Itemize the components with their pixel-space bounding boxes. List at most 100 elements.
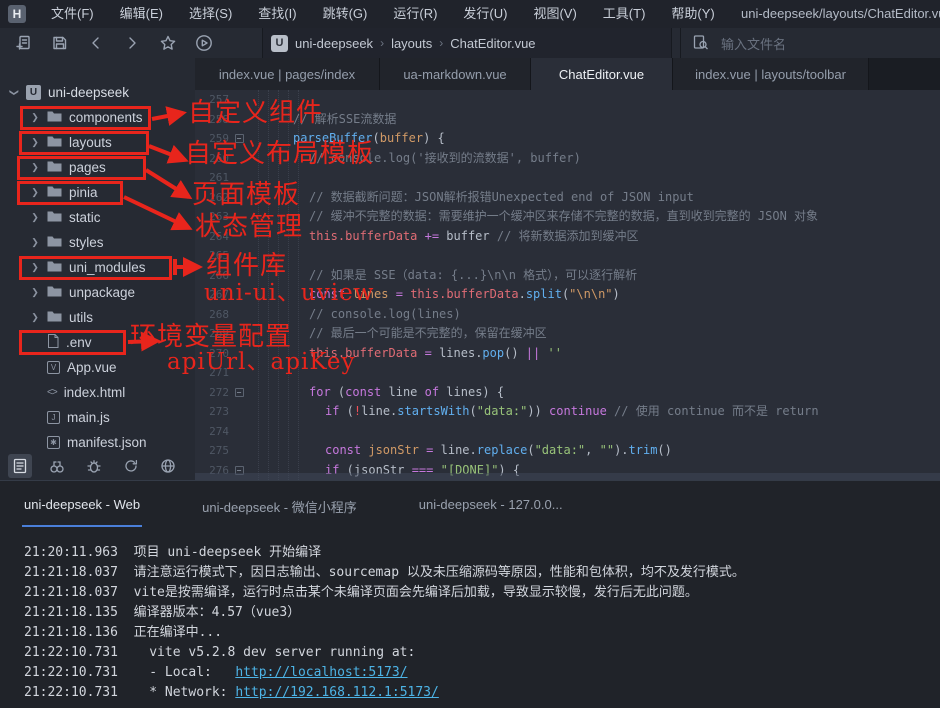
sync-icon[interactable] [119, 454, 143, 478]
chevron-right-icon: ❯ [30, 112, 40, 123]
console-tab-uni-deepseek-web[interactable]: uni-deepseek - Web [22, 491, 142, 527]
line-number: 266 [195, 269, 229, 282]
tree-item-layouts[interactable]: ❯layouts [0, 130, 195, 155]
editor-tab-index-vue-layouts-toolbar[interactable]: index.vue | layouts/toolbar [673, 58, 869, 90]
folder-icon [47, 285, 62, 301]
line-number: 263 [195, 210, 229, 223]
chevron-right-icon: ❯ [30, 137, 40, 148]
tree-item-main-js[interactable]: Jmain.js [0, 405, 195, 430]
console-line: 21:22:10.731 vite v5.2.8 dev server runn… [24, 643, 940, 663]
code-line: 268// console.log(lines) [195, 305, 940, 325]
line-number: 265 [195, 249, 229, 262]
menu-t[interactable]: 工具(T) [590, 0, 659, 28]
tree-item-styles[interactable]: ❯styles [0, 230, 195, 255]
breadcrumb-layouts[interactable]: layouts [391, 36, 432, 51]
chevron-right-icon: ❯ [30, 237, 40, 248]
console-line: 21:21:18.037 请注意运行模式下，因日志输出、sourcemap 以及… [24, 563, 940, 583]
breadcrumb-chateditor-vue[interactable]: ChatEditor.vue [450, 36, 535, 51]
ide-window: H 文件(F)编辑(E)选择(S)查找(I)跳转(G)运行(R)发行(U)视图(… [0, 0, 940, 708]
menu-r[interactable]: 运行(R) [380, 0, 450, 28]
folder-icon [47, 210, 62, 226]
star-icon[interactable] [158, 33, 178, 53]
html-file-icon: <> [47, 387, 57, 398]
fold-marker-icon[interactable]: − [229, 134, 249, 143]
breadcrumb-uni-deepseek[interactable]: uni-deepseek [295, 36, 373, 51]
menu-f[interactable]: 文件(F) [38, 0, 107, 28]
fold-marker-icon[interactable]: − [229, 388, 249, 397]
editor-hscrollbar[interactable] [195, 473, 940, 480]
chevron-right-icon: ❯ [30, 162, 40, 173]
debug-icon[interactable] [82, 454, 106, 478]
json-file-icon: ✱ [47, 436, 60, 449]
tree-item-index-html[interactable]: <>index.html [0, 380, 195, 405]
chevron-right-icon: ❯ [30, 287, 40, 298]
forward-icon[interactable] [122, 33, 142, 53]
tree-item-uni-deepseek[interactable]: ❯Uuni-deepseek [0, 80, 195, 105]
tree-item-pages[interactable]: ❯pages [0, 155, 195, 180]
files-icon[interactable] [8, 454, 32, 478]
menu-v[interactable]: 视图(V) [520, 0, 589, 28]
chevron-right-icon: ❯ [30, 212, 40, 223]
file-search-box[interactable]: 输入文件名 [680, 28, 940, 58]
toolbar: U uni-deepseek›layouts›ChatEditor.vue 输入… [0, 28, 940, 58]
console-tab-bar: uni-deepseek - Web uni-deepseek - 微信小程序 un… [22, 491, 565, 527]
folder-icon [47, 260, 62, 276]
console-line: 21:22:10.731 - Local: http://localhost:5… [24, 663, 940, 683]
file-tree: ❯Uuni-deepseek❯components❯layouts❯pages❯… [0, 80, 195, 455]
tree-item-uni-modules[interactable]: ❯uni_modules [0, 255, 195, 280]
chevron-right-icon: ❯ [30, 262, 40, 273]
console-line: 21:21:18.136 正在编译中... [24, 623, 940, 643]
menu-y[interactable]: 帮助(Y) [658, 0, 727, 28]
code-line: 270this.bufferData = lines.pop() || '' [195, 344, 940, 364]
tree-item-unpackage[interactable]: ❯unpackage [0, 280, 195, 305]
menu-i[interactable]: 查找(I) [245, 0, 309, 28]
code-line: 275const jsonStr = line.replace("data:",… [195, 441, 940, 461]
editor-tab-ua-markdown-vue[interactable]: ua-markdown.vue [380, 58, 531, 90]
console-panel: uni-deepseek - Web uni-deepseek - 微信小程序 un… [0, 480, 940, 708]
app-logo-icon: H [8, 5, 26, 23]
breadcrumb-items: uni-deepseek›layouts›ChatEditor.vue [295, 36, 536, 51]
tree-item-pinia[interactable]: ❯pinia [0, 180, 195, 205]
breadcrumb: U uni-deepseek›layouts›ChatEditor.vue [262, 28, 672, 58]
code-line: 260// console.log('接收到的流数据', buffer) [195, 149, 940, 169]
tree-item-env[interactable]: .env [0, 330, 195, 355]
tree-item-static[interactable]: ❯static [0, 205, 195, 230]
console-link[interactable]: http://192.168.112.1:5173/ [235, 685, 439, 700]
file-icon [47, 334, 59, 351]
editor-tab-index-vue-pages-index[interactable]: index.vue | pages/index [195, 58, 380, 90]
menu-g[interactable]: 跳转(G) [310, 0, 381, 28]
console-link[interactable]: http://localhost:5173/ [235, 665, 407, 680]
chevron-sep-icon: › [380, 36, 384, 50]
console-tab-uni-deepseek-127-0-0[interactable]: uni-deepseek - 127.0.0... [417, 491, 565, 527]
console-tab-uni-deepseek[interactable]: uni-deepseek - 微信小程序 [200, 491, 359, 527]
search-icon[interactable] [45, 454, 69, 478]
line-number: 268 [195, 308, 229, 321]
line-number: 257 [195, 93, 229, 106]
folder-icon [47, 135, 62, 151]
uniapp-badge-icon: U [271, 35, 288, 52]
line-number: 269 [195, 327, 229, 340]
line-number: 267 [195, 288, 229, 301]
line-number: 260 [195, 152, 229, 165]
menu-bar: H 文件(F)编辑(E)选择(S)查找(I)跳转(G)运行(R)发行(U)视图(… [0, 0, 940, 28]
save-icon[interactable] [50, 33, 70, 53]
search-input[interactable]: 输入文件名 [721, 34, 786, 53]
code-editor[interactable]: 257258// 解析SSE流数据259−parseBuffer(buffer)… [195, 90, 940, 480]
tree-item-app-vue[interactable]: VApp.vue [0, 355, 195, 380]
chevron-right-icon: ❯ [30, 312, 40, 323]
tree-item-components[interactable]: ❯components [0, 105, 195, 130]
menu-u[interactable]: 发行(U) [450, 0, 520, 28]
new-file-icon[interactable] [14, 33, 34, 53]
editor-tab-chateditor-vue[interactable]: ChatEditor.vue [531, 58, 673, 90]
code-line: 271 [195, 363, 940, 383]
back-icon[interactable] [86, 33, 106, 53]
run-icon[interactable] [194, 33, 214, 53]
code-line: 272−for (const line of lines) { [195, 383, 940, 403]
tree-item-utils[interactable]: ❯utils [0, 305, 195, 330]
menu-e[interactable]: 编辑(E) [107, 0, 176, 28]
file-search-icon [691, 33, 711, 53]
web-icon[interactable] [156, 454, 180, 478]
menu-s[interactable]: 选择(S) [176, 0, 245, 28]
code-line: 259−parseBuffer(buffer) { [195, 129, 940, 149]
line-number: 259 [195, 132, 229, 145]
